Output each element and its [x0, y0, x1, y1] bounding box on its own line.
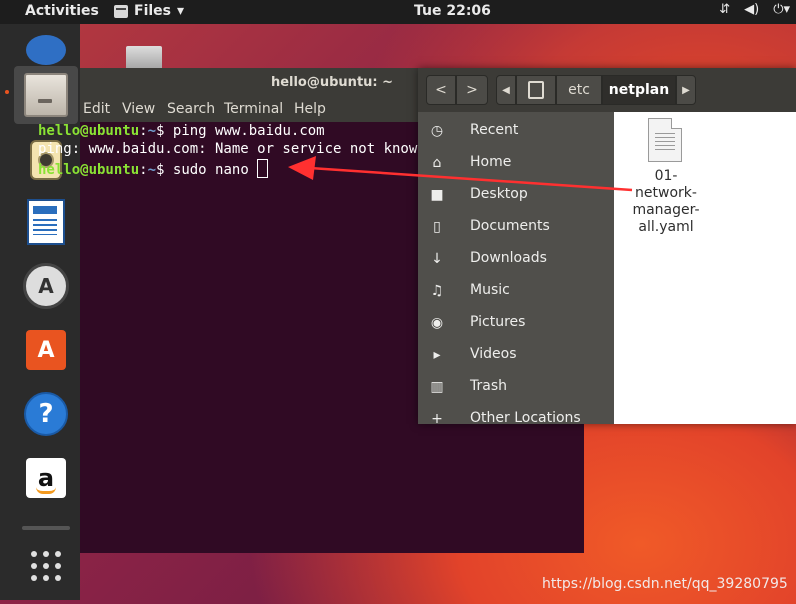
sidebar-item-label: Documents: [470, 218, 550, 234]
amazon-icon: a: [26, 458, 66, 498]
path-scroll-left-button[interactable]: ◀: [496, 75, 516, 105]
sidebar-item-label: Downloads: [470, 250, 547, 266]
text-file-icon: [648, 118, 682, 162]
terminal-line: ping: www.baidu.com: Name or service not…: [38, 141, 426, 157]
show-apps-icon: [31, 551, 61, 581]
status-menu[interactable]: ⇵ ◀) ⏻▾: [719, 2, 790, 17]
files-app-icon: [114, 4, 128, 18]
running-indicator: [5, 90, 9, 94]
files-window[interactable]: < > ◀ etc netplan ▶ ◷ Recent ⌂ Home ■ De…: [418, 68, 796, 424]
music-icon: ♫: [430, 283, 444, 299]
file-name: 01- network- manager- all.yaml: [632, 168, 700, 235]
other-locations-icon: +: [431, 411, 443, 424]
files-view[interactable]: 01- network- manager- all.yaml: [614, 112, 796, 424]
dock-software-updater[interactable]: A: [18, 258, 74, 314]
dock-separator: [22, 526, 70, 530]
places-sidebar: ◷ Recent ⌂ Home ■ Desktop ▯ Documents ↓ …: [418, 112, 614, 424]
sidebar-item-trash[interactable]: ▥ Trash: [418, 371, 614, 403]
sidebar-item-videos[interactable]: ▸ Videos: [418, 339, 614, 371]
path-root-button[interactable]: [516, 75, 556, 105]
terminal-line: hello@ubuntu:~$ sudo nano: [38, 159, 269, 178]
sidebar-item-label: Desktop: [470, 186, 528, 202]
sidebar-item-other-locations[interactable]: + Other Locations: [418, 403, 614, 424]
sidebar-item-label: Videos: [470, 346, 517, 362]
chevron-left-icon: <: [435, 82, 447, 98]
files-icon: [24, 73, 68, 117]
sidebar-item-desktop[interactable]: ■ Desktop: [418, 179, 614, 211]
chevron-down-icon: ▾: [177, 3, 185, 19]
dock: A A ? a: [0, 24, 80, 600]
dock-files[interactable]: [14, 66, 78, 124]
sidebar-item-label: Recent: [470, 122, 519, 138]
dock-help[interactable]: ?: [18, 386, 74, 442]
clock-icon: ◷: [430, 123, 444, 139]
writer-icon: [27, 199, 65, 245]
sidebar-item-label: Home: [470, 154, 512, 170]
sidebar-item-label: Pictures: [470, 314, 526, 330]
trash-icon: ▥: [430, 379, 444, 395]
top-bar: Activities Files ▾ Tue 22:06 ⇵ ◀) ⏻▾: [0, 0, 796, 24]
text-cursor: [257, 159, 269, 178]
sidebar-item-music[interactable]: ♫ Music: [418, 275, 614, 307]
menu-search[interactable]: Search: [167, 101, 215, 117]
camera-icon: ◉: [430, 315, 444, 331]
triangle-right-icon: ▶: [682, 84, 690, 96]
forward-button[interactable]: >: [456, 75, 488, 105]
terminal-line: hello@ubuntu:~$ ping www.baidu.com: [38, 123, 325, 139]
menu-view[interactable]: View: [122, 101, 155, 117]
sidebar-item-label: Other Locations: [470, 410, 581, 424]
app-menu-label: Files: [134, 3, 171, 19]
dock-show-apps[interactable]: [18, 538, 74, 594]
drive-icon: [528, 81, 544, 99]
home-icon: ⌂: [432, 155, 442, 171]
dock-software-store[interactable]: A: [18, 322, 74, 378]
folder-icon: ■: [430, 187, 444, 203]
files-headerbar: < > ◀ etc netplan ▶: [418, 68, 796, 112]
path-scroll-right-button[interactable]: ▶: [676, 75, 696, 105]
sidebar-item-label: Music: [470, 282, 510, 298]
dock-amazon[interactable]: a: [18, 450, 74, 506]
help-icon: ?: [24, 392, 68, 436]
sidebar-item-home[interactable]: ⌂ Home: [418, 147, 614, 179]
mail-icon: [26, 35, 66, 65]
sidebar-item-recent[interactable]: ◷ Recent: [418, 115, 614, 147]
triangle-left-icon: ◀: [502, 84, 510, 96]
chevron-right-icon: >: [466, 82, 478, 98]
clock[interactable]: Tue 22:06: [414, 3, 491, 19]
power-icon: ⏻▾: [773, 2, 790, 17]
sidebar-item-label: Trash: [470, 378, 507, 394]
dock-writer[interactable]: [18, 194, 74, 250]
dock-thunderbird[interactable]: [18, 10, 74, 66]
path-segment-netplan[interactable]: netplan: [602, 75, 676, 105]
software-store-icon: A: [26, 330, 66, 370]
menu-edit[interactable]: Edit: [83, 101, 110, 117]
sidebar-item-downloads[interactable]: ↓ Downloads: [418, 243, 614, 275]
network-icon: ⇵: [719, 2, 731, 17]
video-icon: ▸: [433, 347, 441, 363]
document-icon: ▯: [433, 219, 441, 235]
software-updater-icon: A: [23, 263, 69, 309]
sidebar-item-pictures[interactable]: ◉ Pictures: [418, 307, 614, 339]
back-button[interactable]: <: [426, 75, 456, 105]
download-icon: ↓: [431, 251, 443, 267]
menu-terminal[interactable]: Terminal: [224, 101, 283, 117]
sidebar-item-documents[interactable]: ▯ Documents: [418, 211, 614, 243]
watermark: https://blog.csdn.net/qq_39280795: [542, 576, 788, 592]
path-segment-etc[interactable]: etc: [556, 75, 602, 105]
volume-icon: ◀): [744, 2, 760, 17]
menu-help[interactable]: Help: [294, 101, 326, 117]
app-menu-files[interactable]: Files ▾: [114, 3, 184, 19]
